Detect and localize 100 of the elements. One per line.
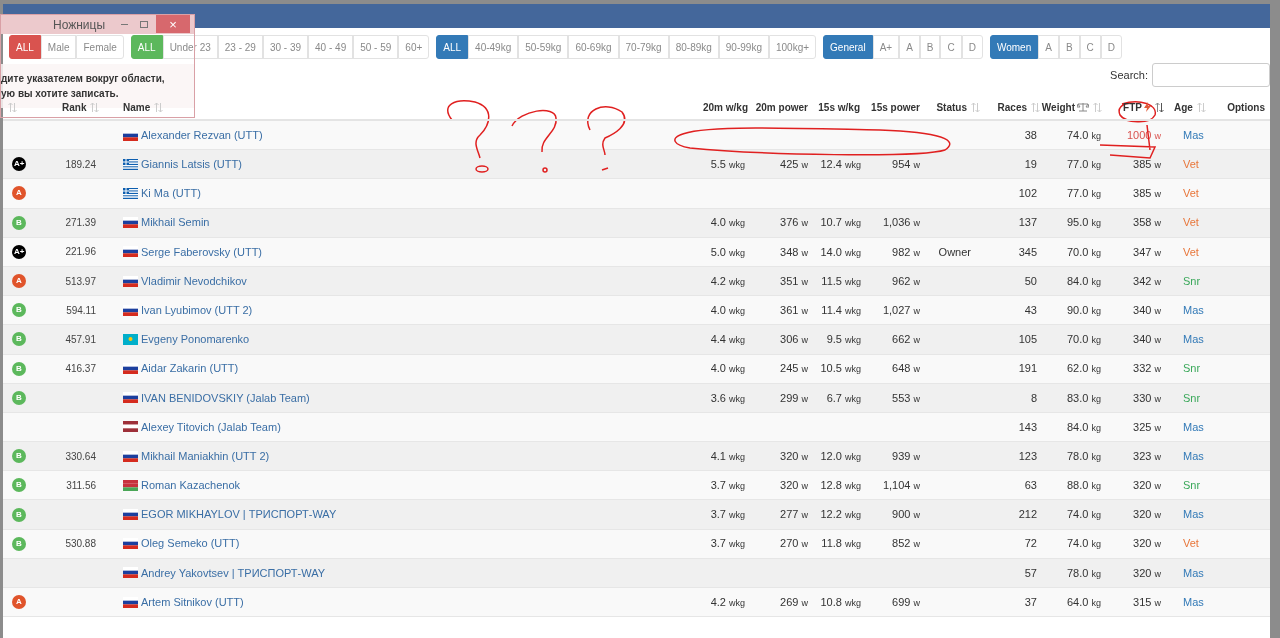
filter-button[interactable]: 70-79kg — [618, 35, 669, 59]
instruction-text: ую вы хотите записать. — [1, 87, 120, 101]
filter-button[interactable]: B — [919, 35, 941, 59]
minimize-icon[interactable] — [121, 24, 128, 25]
filter-button[interactable]: C — [940, 35, 962, 59]
flag-icon — [123, 421, 138, 433]
column-header[interactable]: Rank — [48, 99, 87, 115]
rank-value: 457.91 — [65, 333, 96, 345]
table-row[interactable]: B 530.88 Oleg Semeko (UTT) 3.7 wkg 270 w 11.8 wkg 852 w 72 74.0 kg 320 w Vet — [3, 529, 1270, 559]
column-header[interactable]: FTP — [1123, 99, 1151, 115]
power-value: 361 w — [780, 303, 808, 316]
filter-button[interactable]: 40-49kg — [468, 35, 519, 59]
filter-button[interactable]: 80-89kg — [668, 35, 719, 59]
column-header[interactable]: Age — [1174, 99, 1193, 115]
category-badge: A+ — [12, 244, 27, 259]
table-row[interactable]: Andrey Yakovtsev | ТРИСПОРТ-WAY 57 78.0 kg 320 w Mas — [3, 558, 1270, 588]
filter-button[interactable]: 40 - 49 — [308, 35, 354, 59]
column-header[interactable]: Status — [936, 99, 967, 115]
power-value: 277 w — [780, 508, 808, 521]
filter-button[interactable]: D — [961, 35, 983, 59]
column-header[interactable]: 15s w/kg — [818, 99, 860, 115]
filter-button[interactable]: Women — [989, 35, 1039, 59]
table-row[interactable]: A Artem Sitnikov (UTT) 4.2 wkg 269 w 10.8 wkg 699 w 37 64.0 kg 315 w Mas — [3, 588, 1270, 618]
filter-button[interactable]: 50 - 59 — [353, 35, 399, 59]
filter-button[interactable]: General — [823, 35, 873, 59]
filter-button[interactable]: C — [1079, 35, 1101, 59]
rider-name-link[interactable]: Alexey Titovich (Jalab Team) — [141, 418, 281, 436]
column-header[interactable]: Name — [123, 99, 151, 115]
rank-value: 330.64 — [65, 450, 96, 462]
close-button[interactable]: × — [156, 15, 190, 33]
table-row[interactable]: B 311.56 Roman Kazachenok 3.7 wkg 320 w 12.8 wkg 1,104 w 63 88.0 kg 320 w Snr — [3, 471, 1270, 501]
sort-icon[interactable] — [1155, 101, 1164, 113]
column-header[interactable]: Races — [997, 99, 1027, 115]
filter-button[interactable]: 23 - 29 — [217, 35, 263, 59]
rider-name-link[interactable]: Andrey Yakovtsev | ТРИСПОРТ-WAY — [141, 564, 326, 582]
table-row[interactable]: B 594.11 Ivan Lyubimov (UTT 2) 4.0 wkg 361 w 11.4 wkg 1,027 w 43 90.0 kg 340 w Mas — [3, 296, 1270, 326]
power-value: 320 w — [780, 479, 808, 492]
filter-button[interactable]: 50-59kg — [518, 35, 569, 59]
rider-name-link[interactable]: Mikhail Maniakhin (UTT 2) — [141, 447, 270, 465]
ftp-value: 320 w — [1133, 508, 1161, 521]
weight-value: 78.0 kg — [1067, 566, 1101, 579]
filter-button[interactable]: 30 - 39 — [262, 35, 309, 59]
rider-name-link[interactable]: Giannis Latsis (UTT) — [141, 156, 242, 173]
filter-button[interactable]: B — [1058, 35, 1080, 59]
power-value: 348 w — [780, 245, 808, 258]
weight-value: 84.0 kg — [1067, 274, 1101, 287]
column-header[interactable]: Options — [1227, 99, 1265, 115]
filter-button[interactable]: 60-69kg — [568, 35, 619, 59]
weight-value: 84.0 kg — [1067, 420, 1101, 433]
rider-name-link[interactable]: Artem Sitnikov (UTT) — [141, 593, 244, 611]
filter-button[interactable]: ALL — [436, 35, 469, 59]
rider-name-link[interactable]: IVAN BENIDOVSKIY (Jalab Team) — [141, 389, 310, 407]
filter-button[interactable]: Male — [40, 35, 77, 59]
table-row[interactable]: B 330.64 Mikhail Maniakhin (UTT 2) 4.1 wkg 320 w 12.0 wkg 939 w 123 78.0 kg 323 w Mas — [3, 442, 1270, 472]
table-row[interactable]: Alexey Titovich (Jalab Team) 143 84.0 kg 325 w Mas — [3, 412, 1270, 443]
wkg-value: 4.1 wkg — [710, 449, 745, 462]
table-row[interactable]: B EGOR MIKHAYLOV | ТРИСПОРТ-WAY 3.7 wkg 277 w 12.2 wkg 900 w 212 74.0 kg 320 w Mas — [3, 500, 1270, 530]
table-row[interactable]: B 457.91 Evgeny Ponomarenko 4.4 wkg 306 w 9.5 wkg 662 w 105 70.0 kg 340 w Mas — [3, 325, 1270, 355]
filter-button[interactable]: A — [1038, 35, 1059, 59]
table-row[interactable]: B IVAN BENIDOVSKIY (Jalab Team) 3.6 wkg 299 w 6.7 wkg 553 w 8 83.0 kg 330 w Snr — [3, 383, 1270, 413]
filter-button[interactable]: 100kg+ — [768, 35, 817, 59]
rider-name-link[interactable]: Alexander Rezvan (UTT) — [141, 126, 263, 144]
rider-name-link[interactable]: EGOR MIKHAYLOV | ТРИСПОРТ-WAY — [141, 506, 337, 523]
age-category: Mas — [1183, 420, 1204, 433]
filter-button[interactable]: ALL — [9, 35, 41, 59]
table-row[interactable]: A 513.97 Vladimir Nevodchikov 4.2 wkg 351 w 11.5 wkg 962 w 50 84.0 kg 342 w Snr — [3, 266, 1270, 297]
power-value: 553 w — [892, 391, 920, 404]
filter-button[interactable]: D — [1100, 35, 1123, 59]
column-header[interactable]: Weight — [1041, 99, 1089, 115]
filter-button[interactable]: A — [899, 35, 920, 59]
maximize-icon[interactable] — [140, 21, 148, 28]
rider-name-link[interactable]: Ivan Lyubimov (UTT 2) — [141, 301, 253, 319]
filter-button[interactable]: 60+ — [398, 35, 430, 59]
filter-button[interactable]: A+ — [872, 35, 900, 59]
table-row[interactable]: B 271.39 Mikhail Semin 4.0 wkg 376 w 10.7 wkg 1,036 w 137 95.0 kg 358 w Vet — [3, 208, 1270, 238]
rider-name-link[interactable]: Aidar Zakarin (UTT) — [141, 360, 239, 377]
age-category: Mas — [1183, 333, 1204, 346]
wkg-value: 10.8 wkg — [820, 595, 861, 608]
rider-name-link[interactable]: Evgeny Ponomarenko — [141, 331, 250, 348]
window-title: Ножницы — [53, 16, 107, 34]
rider-name-link[interactable]: Mikhail Semin — [141, 214, 210, 231]
column-header[interactable]: 15s power — [871, 99, 920, 115]
rider-name-link[interactable]: Serge Faberovsky (UTT) — [141, 243, 263, 261]
rider-name-link[interactable]: Roman Kazachenok — [141, 477, 241, 494]
table-row[interactable]: A Ki Ma (UTT) 102 77.0 kg 385 w Vet — [3, 179, 1270, 209]
table-row[interactable]: B 416.37 Aidar Zakarin (UTT) 4.0 wkg 245 w 10.5 wkg 648 w 191 62.0 kg 332 w Snr — [3, 354, 1270, 384]
power-value: 900 w — [892, 508, 920, 521]
filter-button[interactable]: Female — [76, 35, 124, 59]
search-field[interactable] — [1152, 63, 1270, 87]
rider-name-link[interactable]: Vladimir Nevodchikov — [141, 272, 247, 290]
rider-name-link[interactable]: Oleg Semeko (UTT) — [141, 535, 240, 552]
flag-icon — [123, 217, 138, 229]
column-header[interactable]: 20m power — [755, 99, 808, 115]
table-row[interactable]: A+ 221.96 Serge Faberovsky (UTT) 5.0 wkg 348 w 14.0 wkg 982 w Owner 345 70.0 kg 347 w Vet — [3, 237, 1270, 267]
rider-name-link[interactable]: Ki Ma (UTT) — [141, 185, 201, 202]
table-row[interactable]: A+ 189.24 Giannis Latsis (UTT) 5.5 wkg 425 w 12.4 wkg 954 w 19 77.0 kg 385 w Vet — [3, 150, 1270, 180]
filter-button[interactable]: 90-99kg — [718, 35, 769, 59]
column-header[interactable]: 20m w/kg — [702, 99, 748, 115]
rank-value: 271.39 — [65, 217, 96, 229]
power-value: 962 w — [892, 274, 920, 287]
